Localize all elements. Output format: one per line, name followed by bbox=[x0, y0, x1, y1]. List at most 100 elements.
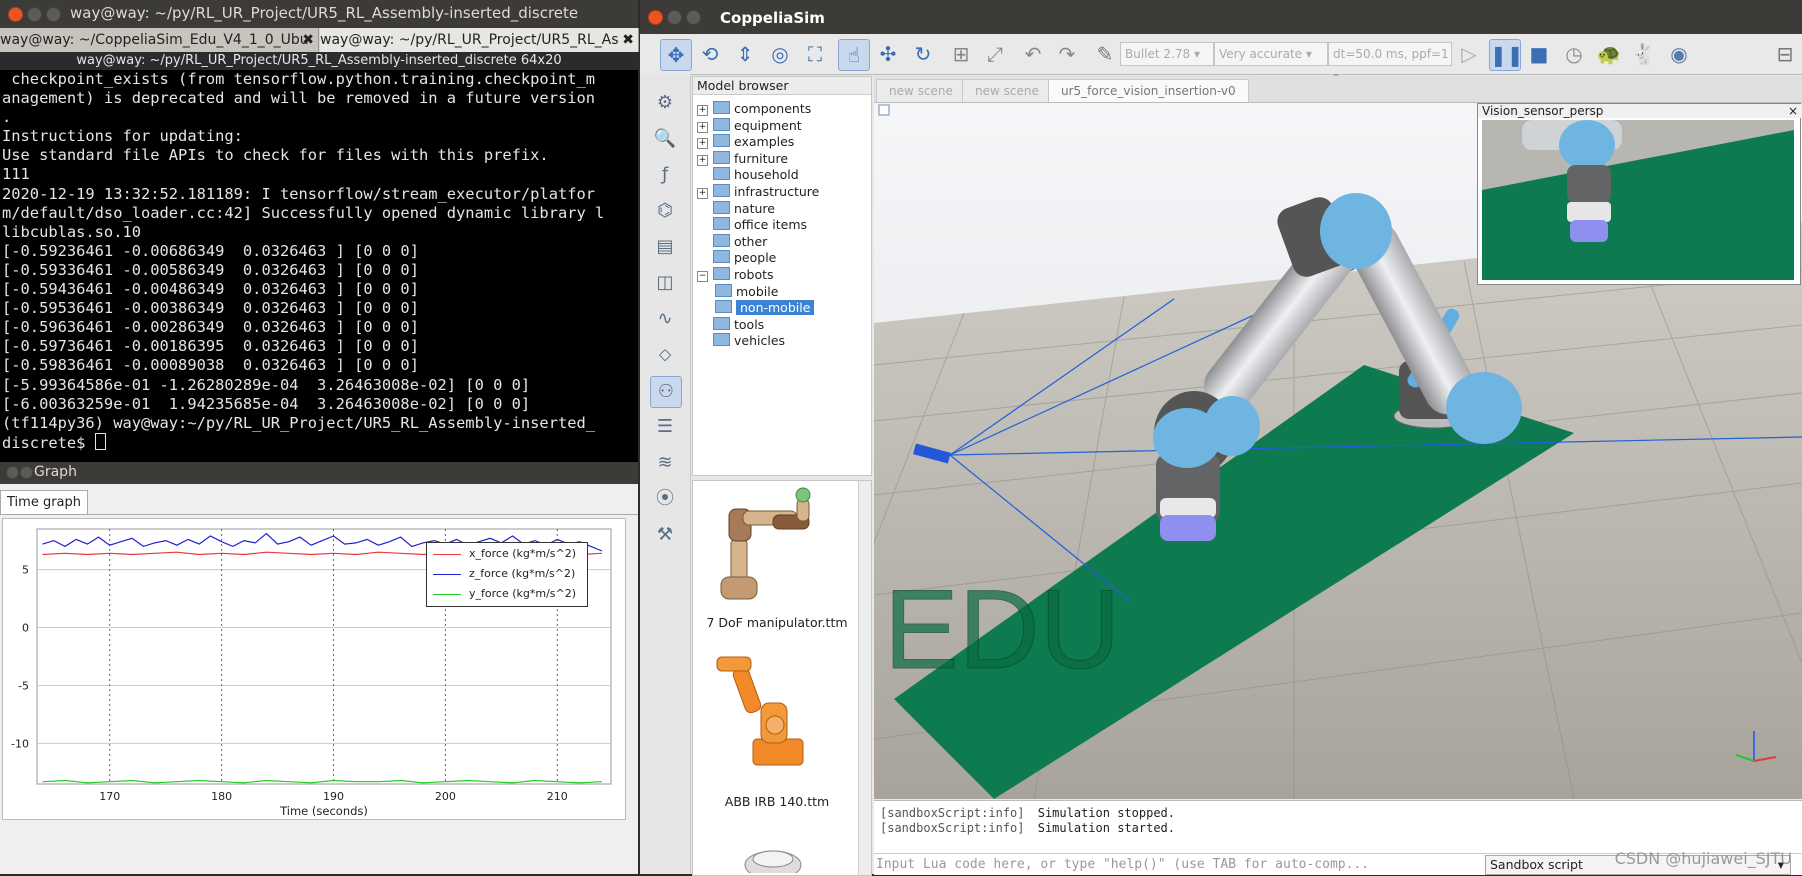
maximize-icon[interactable] bbox=[686, 10, 701, 25]
physics-engine-select[interactable]: Bullet 2.78 ▾ bbox=[1120, 42, 1214, 66]
minimize-icon[interactable] bbox=[27, 7, 42, 22]
console-line: [sandboxScript:info] Simulation stopped. bbox=[880, 806, 1175, 821]
terminal-line: [-0.59736461 -0.00186395 0.0326463 ] [0 … bbox=[2, 337, 419, 356]
tree-item-tools[interactable]: +tools bbox=[697, 316, 765, 333]
tab-scene-active[interactable]: ur5_force_vision_insertion-v0 bbox=[1048, 79, 1249, 102]
click-select-icon[interactable]: ☝ bbox=[838, 39, 870, 71]
tree-item-components[interactable]: + components bbox=[697, 101, 811, 117]
visualization-icon[interactable]: ◉ bbox=[1664, 39, 1694, 69]
stop-icon[interactable]: ■ bbox=[1524, 39, 1554, 69]
close-icon[interactable]: ✖ bbox=[622, 28, 634, 52]
video-recorder-icon[interactable]: ⦿ bbox=[650, 484, 680, 514]
camera-shift-icon[interactable]: ⇕ bbox=[730, 39, 760, 69]
tree-item-office-items[interactable]: +office items bbox=[697, 217, 807, 233]
minimize-icon[interactable] bbox=[20, 466, 33, 479]
expand-icon[interactable]: + bbox=[697, 105, 708, 116]
legend-item-y-force: y_force (kg*m/s^2) bbox=[433, 585, 576, 603]
terminal-tab-1[interactable]: way@way: ~/CoppeliaSim_Edu_V4_1_0_Ubu ✖ bbox=[0, 28, 319, 52]
legend-label: z_force (kg*m/s^2) bbox=[469, 567, 576, 580]
calculation-modules-icon[interactable]: ƒ bbox=[650, 160, 680, 190]
tree-item-vehicles[interactable]: +vehicles bbox=[697, 333, 785, 349]
collapse-icon[interactable]: − bbox=[697, 271, 708, 282]
scene-viewport[interactable]: EDU Vision_sensor_persp × bbox=[874, 103, 1802, 799]
expand-icon[interactable]: + bbox=[697, 138, 708, 150]
time-graph-plot[interactable]: 5 0 -5 -10 170 180 190 200 210 Time (seconds) x_f… bbox=[2, 518, 626, 820]
undo-icon[interactable]: ↶ bbox=[1018, 39, 1048, 69]
terminal-output[interactable]: checkpoint_exists (from tensorflow.pytho… bbox=[0, 70, 638, 462]
simulation-settings-icon[interactable]: ⚙ bbox=[650, 88, 680, 118]
camera-angle-icon[interactable]: ◎ bbox=[765, 39, 795, 69]
dynamics-icon[interactable]: ✎ bbox=[1090, 39, 1120, 69]
next-model-thumbnail[interactable] bbox=[738, 843, 808, 873]
tree-item-label: tools bbox=[734, 316, 765, 332]
path-edit-icon[interactable]: ∿ bbox=[650, 304, 680, 334]
tree-item-people[interactable]: +people bbox=[697, 250, 776, 266]
lua-command-input[interactable]: Input Lua code here, or type "help()" (u… bbox=[876, 855, 1480, 874]
view-selector-icon[interactable] bbox=[878, 104, 890, 116]
object-rotate-icon[interactable]: ↻ bbox=[908, 39, 938, 69]
tree-item-label: other bbox=[734, 233, 768, 249]
7dof-manipulator-thumbnail[interactable] bbox=[713, 487, 823, 607]
tree-item-equipment[interactable]: + equipment bbox=[697, 117, 802, 134]
tree-item-mobile[interactable]: +mobile bbox=[715, 283, 778, 300]
minimize-icon[interactable] bbox=[667, 10, 682, 25]
toggle-layout-icon[interactable]: ⊟ bbox=[1770, 39, 1800, 69]
tab-time-graph[interactable]: Time graph bbox=[0, 490, 89, 514]
terminal-line: [-0.59636461 -0.00286349 0.0326463 ] [0 … bbox=[2, 318, 419, 337]
abb-irb140-thumbnail[interactable] bbox=[713, 655, 823, 771]
close-icon[interactable] bbox=[6, 466, 19, 479]
tab-scene-2[interactable]: new scene bbox=[962, 79, 1052, 102]
terminal-window: way@way: ~/py/RL_UR_Project/UR5_RL_Assem… bbox=[0, 0, 639, 462]
pause-icon[interactable]: ❚❚ bbox=[1489, 39, 1524, 71]
expand-icon[interactable]: + bbox=[697, 188, 708, 199]
thumbnail-scrollbar[interactable] bbox=[858, 481, 871, 875]
object-shift-icon[interactable]: ✣ bbox=[873, 39, 903, 69]
tree-item-nature[interactable]: +nature bbox=[697, 200, 775, 217]
terminal-line: [-0.59836461 -0.00089038 0.0326463 ] [0 … bbox=[2, 356, 419, 375]
camera-pan-icon[interactable]: ✥ bbox=[660, 39, 692, 71]
expand-icon[interactable]: + bbox=[697, 154, 708, 166]
close-icon[interactable] bbox=[8, 7, 23, 22]
scene-object-properties-icon[interactable]: 🔍 bbox=[650, 124, 680, 154]
user-settings-icon[interactable]: ⚒ bbox=[650, 520, 680, 550]
scene-hierarchy-icon[interactable]: ☰ bbox=[650, 412, 680, 442]
timestep-select[interactable]: dt=50.0 ms, ppf=1 ▾ bbox=[1328, 42, 1452, 83]
selection-icon[interactable]: ⬦ bbox=[650, 340, 680, 370]
maximize-icon[interactable] bbox=[46, 7, 61, 22]
close-icon[interactable]: ✖ bbox=[302, 28, 314, 52]
tree-item-other[interactable]: +other bbox=[697, 233, 768, 250]
close-icon[interactable] bbox=[648, 10, 663, 25]
transfer-dna-icon[interactable]: ⤢ bbox=[980, 39, 1010, 69]
fit-to-view-icon[interactable]: ⛶ bbox=[800, 39, 830, 69]
slow-down-icon[interactable]: 🐢 bbox=[1594, 39, 1624, 69]
play-icon[interactable]: ▷ bbox=[1454, 39, 1484, 69]
close-icon[interactable]: × bbox=[1788, 104, 1798, 118]
camera-rotate-icon[interactable]: ⟲ bbox=[695, 39, 725, 69]
window-controls bbox=[8, 7, 65, 26]
layers-icon[interactable]: ≋ bbox=[650, 448, 680, 478]
collections-icon[interactable]: ⌬ bbox=[650, 196, 680, 226]
assemble-icon[interactable]: ⊞ bbox=[946, 39, 976, 69]
chart-legend: x_force (kg*m/s^2) z_force (kg*m/s^2) y_… bbox=[426, 542, 588, 607]
model-browser-header: Model browser bbox=[693, 77, 871, 95]
status-console[interactable]: [sandboxScript:info] Simulation stopped.… bbox=[874, 800, 1802, 853]
terminal-tab-2[interactable]: way@way: ~/py/RL_UR_Project/UR5_RL_As ✖ bbox=[320, 28, 639, 52]
tree-item-infrastructure[interactable]: + infrastructure bbox=[697, 184, 819, 200]
speed-up-icon[interactable]: 🐇 bbox=[1629, 39, 1659, 69]
engine-value: Bullet 2.78 bbox=[1125, 47, 1191, 61]
vision-sensor-view[interactable]: Vision_sensor_persp × bbox=[1477, 103, 1802, 285]
shape-edit-icon[interactable]: ◫ bbox=[650, 268, 680, 298]
model-browser-icon[interactable]: ⚇ bbox=[650, 376, 682, 408]
realtime-icon[interactable]: ◷ bbox=[1559, 39, 1589, 69]
scripts-icon[interactable]: ▤ bbox=[650, 232, 680, 262]
folder-icon bbox=[715, 283, 732, 297]
tree-item-robots[interactable]: − robots bbox=[697, 267, 774, 283]
tree-item-furniture[interactable]: + furniture bbox=[697, 150, 788, 167]
tab-scene-1[interactable]: new scene bbox=[876, 79, 966, 102]
tree-item-household[interactable]: +household bbox=[697, 167, 799, 183]
tree-item-non-mobile[interactable]: +non-mobile bbox=[715, 300, 815, 316]
expand-icon[interactable]: + bbox=[697, 121, 708, 133]
tree-item-examples[interactable]: + examples bbox=[697, 134, 794, 150]
accuracy-select[interactable]: Very accurate ▾ bbox=[1214, 42, 1328, 66]
redo-icon[interactable]: ↷ bbox=[1052, 39, 1082, 69]
